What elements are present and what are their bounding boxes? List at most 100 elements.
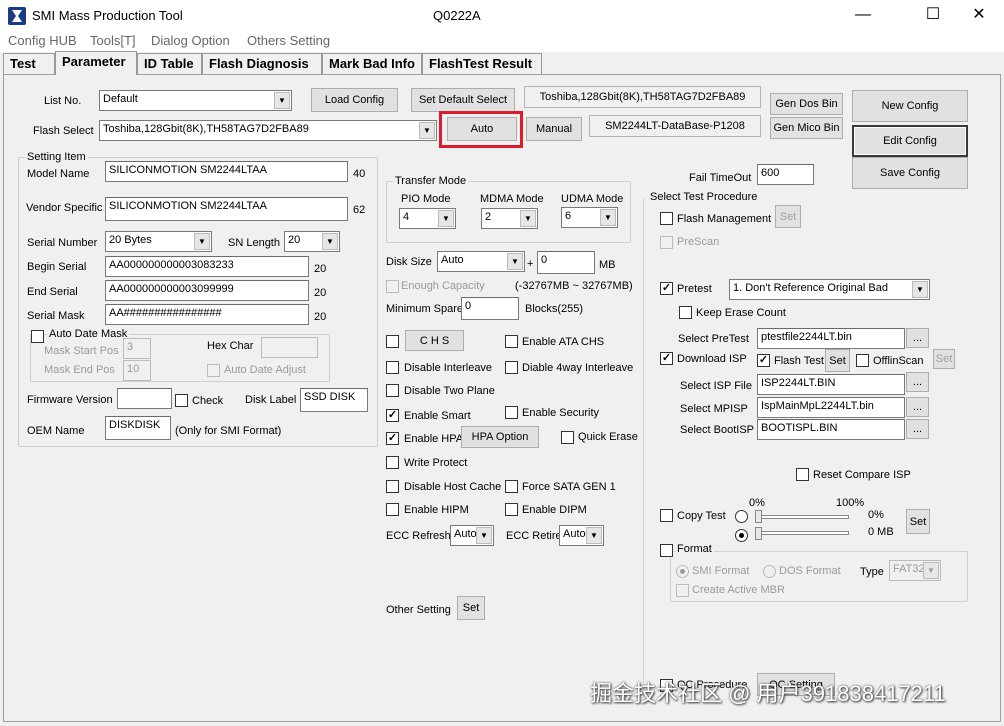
- tab-flash-diagnosis[interactable]: Flash Diagnosis: [202, 53, 322, 74]
- tab-parameter[interactable]: Parameter: [55, 51, 137, 75]
- list-no-select[interactable]: Default ▼: [99, 90, 292, 111]
- offline-scan-checkbox[interactable]: [856, 354, 869, 367]
- menu-config-hub[interactable]: Config HUB: [8, 33, 77, 48]
- flash-management-checkbox[interactable]: [660, 212, 673, 225]
- minimize-button[interactable]: —: [840, 0, 886, 32]
- pretest-browse-button[interactable]: ...: [906, 328, 929, 348]
- check-checkbox[interactable]: [175, 394, 188, 407]
- chs-button[interactable]: C H S: [405, 330, 464, 351]
- copy-test-set-button[interactable]: Set: [906, 509, 930, 534]
- copy-mb-slider-thumb[interactable]: [755, 527, 762, 540]
- enable-smart-checkbox[interactable]: ✓: [386, 409, 399, 422]
- disable-host-cache-checkbox[interactable]: [386, 480, 399, 493]
- enough-capacity-checkbox[interactable]: [386, 280, 399, 293]
- menu-tools[interactable]: Tools[T]: [90, 33, 136, 48]
- copy-percent-slider-thumb[interactable]: [755, 510, 762, 523]
- model-name-input[interactable]: SILICONMOTION SM2244LTAA: [105, 161, 348, 182]
- auto-date-adjust-checkbox[interactable]: [207, 364, 220, 377]
- minimum-spare-input[interactable]: 0: [461, 297, 519, 320]
- fail-timeout-input[interactable]: 600: [757, 164, 814, 185]
- mdma-mode-select[interactable]: 2 ▼: [481, 208, 538, 229]
- ecc-retire-select[interactable]: Auto ▼: [559, 525, 604, 546]
- isp-browse-button[interactable]: ...: [906, 372, 929, 392]
- disable-interleave-checkbox[interactable]: [386, 361, 399, 374]
- serial-number-select[interactable]: 20 Bytes ▼: [105, 231, 212, 252]
- enable-dipm-checkbox[interactable]: [505, 503, 518, 516]
- enable-hpa-checkbox[interactable]: ✓: [386, 432, 399, 445]
- copy-percent-radio[interactable]: [735, 510, 748, 523]
- set-default-select-button[interactable]: Set Default Select: [411, 88, 515, 112]
- load-config-button[interactable]: Load Config: [311, 88, 398, 112]
- udma-mode-select[interactable]: 6 ▼: [561, 207, 618, 228]
- menu-others-setting[interactable]: Others Setting: [247, 33, 330, 48]
- mpisp-browse-button[interactable]: ...: [906, 397, 929, 417]
- hpa-option-button[interactable]: HPA Option: [461, 426, 539, 448]
- bootisp-browse-button[interactable]: ...: [906, 419, 929, 439]
- diable-4way-checkbox[interactable]: [505, 361, 518, 374]
- download-isp-checkbox[interactable]: ✓: [660, 352, 673, 365]
- menu-dialog-option[interactable]: Dialog Option: [151, 33, 230, 48]
- serial-mask-input[interactable]: AA################: [105, 304, 309, 325]
- enable-ata-chs-checkbox[interactable]: [505, 335, 518, 348]
- flash-test-checkbox[interactable]: ✓: [757, 354, 770, 367]
- pretest-checkbox[interactable]: ✓: [660, 282, 673, 295]
- edit-config-button[interactable]: Edit Config: [852, 125, 968, 157]
- enable-hipm-checkbox[interactable]: [386, 503, 399, 516]
- oem-name-input[interactable]: DISKDISK: [105, 416, 171, 440]
- smi-format-radio[interactable]: [676, 565, 689, 578]
- gen-dos-bin-button[interactable]: Gen Dos Bin: [770, 93, 843, 115]
- create-active-mbr-checkbox[interactable]: [676, 584, 689, 597]
- maximize-button[interactable]: ☐: [910, 0, 956, 32]
- mask-end-input[interactable]: 10: [123, 360, 151, 381]
- force-sata-gen1-checkbox[interactable]: [505, 480, 518, 493]
- prescan-checkbox[interactable]: [660, 236, 673, 249]
- type-select[interactable]: FAT32 ▼: [889, 560, 941, 581]
- copy-mb-radio[interactable]: [735, 529, 748, 542]
- keep-erase-count-checkbox[interactable]: [679, 306, 692, 319]
- close-button[interactable]: ✕: [956, 0, 1002, 32]
- copy-percent-slider[interactable]: [757, 515, 849, 519]
- auto-date-mask-checkbox[interactable]: [31, 330, 44, 343]
- pio-mode-select[interactable]: 4 ▼: [399, 208, 456, 229]
- tab-mark-bad-info[interactable]: Mark Bad Info: [322, 53, 422, 74]
- manual-button[interactable]: Manual: [526, 117, 582, 141]
- other-setting-set-button[interactable]: Set: [457, 596, 485, 620]
- auto-button[interactable]: Auto: [447, 117, 517, 141]
- flash-test-set-button[interactable]: Set: [825, 349, 850, 372]
- write-protect-checkbox[interactable]: [386, 456, 399, 469]
- bootisp-file-input[interactable]: BOOTISPL.BIN: [757, 419, 905, 440]
- pretest-file-input[interactable]: ptestfile2244LT.bin: [757, 328, 905, 349]
- end-serial-input[interactable]: AA000000000003099999: [105, 280, 309, 301]
- new-config-button[interactable]: New Config: [852, 90, 968, 122]
- vendor-specific-input[interactable]: SILICONMOTION SM2244LTAA: [105, 197, 348, 221]
- disk-size-select[interactable]: Auto ▼: [437, 251, 525, 272]
- hex-char-input[interactable]: [261, 337, 318, 358]
- dos-format-radio[interactable]: [763, 565, 776, 578]
- offline-scan-set-button[interactable]: Set: [933, 349, 955, 369]
- flash-select-combo[interactable]: Toshiba,128Gbit(8K),TH58TAG7D2FBA89 ▼: [99, 120, 437, 141]
- flash-management-set-button[interactable]: Set: [775, 205, 801, 228]
- mpisp-file-input[interactable]: IspMainMpL2244LT.bin: [757, 397, 905, 418]
- mask-start-input[interactable]: 3: [123, 338, 151, 359]
- disk-extra-input[interactable]: 0: [537, 251, 595, 274]
- gen-mico-bin-button[interactable]: Gen Mico Bin: [770, 117, 843, 139]
- reset-compare-isp-checkbox[interactable]: [796, 468, 809, 481]
- copy-mb-slider[interactable]: [757, 531, 849, 535]
- copy-test-checkbox[interactable]: [660, 509, 673, 522]
- tab-test[interactable]: Test: [3, 53, 55, 74]
- format-checkbox[interactable]: [660, 544, 673, 557]
- ecc-refresh-select[interactable]: Auto ▼: [450, 525, 494, 546]
- sn-length-select[interactable]: 20 ▼: [284, 231, 340, 252]
- disk-label-input[interactable]: SSD DISK: [300, 388, 368, 412]
- begin-serial-input[interactable]: AA000000000003083233: [105, 256, 309, 277]
- isp-file-input[interactable]: ISP2244LT.BIN: [757, 374, 905, 395]
- tab-id-table[interactable]: ID Table: [137, 53, 202, 74]
- firmware-version-input[interactable]: [117, 388, 172, 409]
- tab-flashtest-result[interactable]: FlashTest Result: [422, 53, 542, 74]
- chs-checkbox[interactable]: [386, 335, 399, 348]
- disable-two-plane-checkbox[interactable]: [386, 384, 399, 397]
- quick-erase-checkbox[interactable]: [561, 431, 574, 444]
- pretest-select[interactable]: 1. Don't Reference Original Bad ▼: [729, 279, 930, 300]
- enable-security-checkbox[interactable]: [505, 406, 518, 419]
- save-config-button[interactable]: Save Config: [852, 157, 968, 189]
